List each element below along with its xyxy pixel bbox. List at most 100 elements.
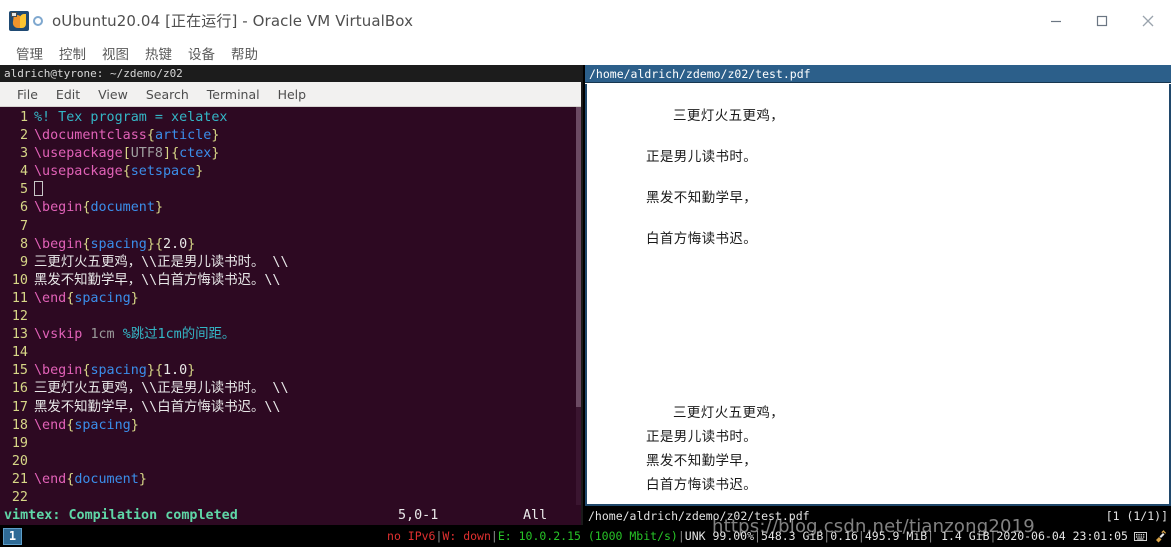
code-text: \documentclass{article} <box>34 128 220 144</box>
code-line: 20 <box>0 453 581 471</box>
taskbar-segment: 495.9 MiB <box>864 529 928 543</box>
pdf-text-line: 白首方悔读书迟。 <box>646 477 758 493</box>
zathura-pdf-window[interactable]: /home/aldrich/zdemo/z02/test.pdf 三更灯火五更鸡… <box>585 65 1171 525</box>
code-text <box>34 181 43 199</box>
code-text: \end{document} <box>34 471 147 487</box>
terminal-menu-file[interactable]: File <box>8 87 47 102</box>
terminal-menu-search[interactable]: Search <box>137 87 198 102</box>
pdf-status-path: /home/aldrich/zdemo/z02/test.pdf <box>588 508 810 523</box>
taskbar-segment: E: 10.0.2.15 (1000 Mbit/s) <box>497 529 678 543</box>
taskbar-status-area: no IPv6 | W: down | E: 10.0.2.15 (1000 Mbit/… <box>387 529 1171 543</box>
line-number: 17 <box>11 399 28 415</box>
line-number: 6 <box>19 200 28 216</box>
code-line: 13 \vskip 1cm %跳过1cm的间距。 <box>0 326 581 344</box>
line-number: 12 <box>11 309 28 325</box>
pdf-page-view[interactable]: 三更灯火五更鸡， 正是男儿读书时。 黑发不知勤学早， 白首方悔读书迟。 三更灯火五更鸡… <box>585 84 1171 514</box>
line-number: 15 <box>11 363 28 379</box>
vb-menu-item-0[interactable]: 管理 <box>8 43 51 63</box>
plug-icon[interactable] <box>1153 529 1167 543</box>
pdf-text-line: 黑发不知勤学早， <box>646 190 758 206</box>
vb-menu-item-1[interactable]: 控制 <box>51 43 94 63</box>
pdf-text-line: 白首方悔读书迟。 <box>646 231 758 247</box>
virtualbox-icon <box>9 10 43 32</box>
code-text: \usepackage{setspace} <box>34 164 204 180</box>
code-line: 14 <box>0 344 581 362</box>
code-line: 11 \end{spacing} <box>0 290 581 308</box>
code-line: 8 \begin{spacing}{2.0} <box>0 236 581 254</box>
code-line: 5 <box>0 181 581 199</box>
taskbar-segment: 548.3 GiB <box>760 529 824 543</box>
code-line: 12 <box>0 308 581 326</box>
terminal-menu-bar: File Edit View Search Terminal Help <box>0 82 581 107</box>
terminal-menu-terminal[interactable]: Terminal <box>198 87 269 102</box>
code-text: \usepackage[UTF8]{ctex} <box>34 146 220 162</box>
code-text: \end{spacing} <box>34 417 139 433</box>
terminal-menu-view[interactable]: View <box>89 87 137 102</box>
vim-status-message: vimtex: Compilation completed <box>4 507 238 523</box>
code-line: 15 \begin{spacing}{1.0} <box>0 362 581 380</box>
line-number: 8 <box>19 236 28 252</box>
taskbar-segment: W: down <box>442 529 491 543</box>
vb-menu-item-3[interactable]: 热键 <box>137 43 180 63</box>
code-text: \end{spacing} <box>34 290 139 306</box>
code-text: \begin{document} <box>34 200 163 216</box>
keyboard-icon[interactable] <box>1134 531 1147 542</box>
pdf-text-line: 正是男儿读书时。 <box>646 149 758 165</box>
maximize-button[interactable] <box>1079 0 1125 41</box>
workspace-button-1[interactable]: 1 <box>3 527 22 545</box>
line-number: 18 <box>11 417 28 433</box>
taskbar-segment: UNK 99.00% <box>684 529 755 543</box>
line-number: 21 <box>11 471 28 487</box>
vim-cursor <box>34 181 43 197</box>
pdf-status-page: [1 (1/1)] <box>1105 508 1168 523</box>
code-text: \begin{spacing}{2.0} <box>34 236 196 252</box>
pdf-text-line: 三更灯火五更鸡， <box>673 108 785 124</box>
virtualbox-menu-bar: 管理 控制 视图 热键 设备 帮助 <box>0 41 1171 65</box>
line-number: 20 <box>11 453 28 469</box>
guest-taskbar: 1 no IPv6 | W: down | E: 10.0.2.15 (1000 Mbi… <box>0 525 1171 547</box>
code-line: 19 <box>0 435 581 453</box>
line-number: 11 <box>11 290 28 306</box>
line-number: 16 <box>11 381 28 397</box>
taskbar-segment: | <box>857 529 865 543</box>
line-number: 4 <box>19 164 28 180</box>
pdf-status-bar: /home/aldrich/zdemo/z02/test.pdf [1 (1/1… <box>585 504 1171 525</box>
guest-screen: aldrich@tyrone: ~/zdemo/z02 File Edit View… <box>0 65 1171 547</box>
vim-scroll-indicator: All <box>523 507 548 523</box>
vb-menu-item-2[interactable]: 视图 <box>94 43 137 63</box>
pdf-text-line: 黑发不知勤学早， <box>646 453 758 469</box>
code-line: 21 \end{document} <box>0 471 581 489</box>
gnome-terminal-window[interactable]: aldrich@tyrone: ~/zdemo/z02 File Edit View… <box>0 65 583 525</box>
code-line: 16 三更灯火五更鸡，\\正是男儿读书时。 \\ <box>0 380 581 398</box>
pdf-text-line: 正是男儿读书时。 <box>646 429 758 445</box>
line-number: 3 <box>19 146 28 162</box>
taskbar-segment: | <box>754 529 761 543</box>
vim-editor-buffer[interactable]: 1 %! Tex program = xelatex 2 \documentclass… <box>0 107 581 525</box>
taskbar-segment: no IPv6 <box>387 529 436 543</box>
code-text: \vskip 1cm %跳过1cm的间距。 <box>34 327 236 343</box>
code-text: 黑发不知勤学早，\\白首方悔读书迟。\\ <box>34 272 281 288</box>
line-number: 2 <box>19 128 28 144</box>
terminal-scrollbar[interactable] <box>576 107 581 525</box>
line-number: 19 <box>11 435 28 451</box>
line-number: 7 <box>19 218 28 234</box>
code-line: 18 \end{spacing} <box>0 417 581 435</box>
terminal-menu-edit[interactable]: Edit <box>47 87 89 102</box>
pdf-stanza-single-spaced: 三更灯火五更鸡， 正是男儿读书时。 黑发不知勤学早， 白首方悔读书迟。 <box>646 401 784 497</box>
code-line: 7 <box>0 218 581 236</box>
pdf-stanza-double-spaced: 三更灯火五更鸡， 正是男儿读书时。 黑发不知勤学早， 白首方悔读书迟。 <box>646 104 784 268</box>
window-title: oUbuntu20.04 [正在运行] - Oracle VM VirtualB… <box>52 12 414 30</box>
code-line: 9 三更灯火五更鸡，\\正是男儿读书时。 \\ <box>0 254 581 272</box>
vb-menu-item-4[interactable]: 设备 <box>180 43 223 63</box>
vb-menu-item-5[interactable]: 帮助 <box>223 43 266 63</box>
line-number: 9 <box>19 254 28 270</box>
terminal-menu-help[interactable]: Help <box>269 87 316 102</box>
terminal-title: aldrich@tyrone: ~/zdemo/z02 <box>0 65 581 82</box>
line-number: 5 <box>19 182 28 198</box>
taskbar-segment: 2020-06-04 23:01:05 <box>996 529 1128 543</box>
close-button[interactable] <box>1125 0 1171 41</box>
minimize-button[interactable] <box>1033 0 1079 41</box>
code-line: 2 \documentclass{article} <box>0 127 581 145</box>
code-text: %! Tex program = xelatex <box>34 110 228 125</box>
screen-root: oUbuntu20.04 [正在运行] - Oracle VM VirtualB… <box>0 0 1171 547</box>
